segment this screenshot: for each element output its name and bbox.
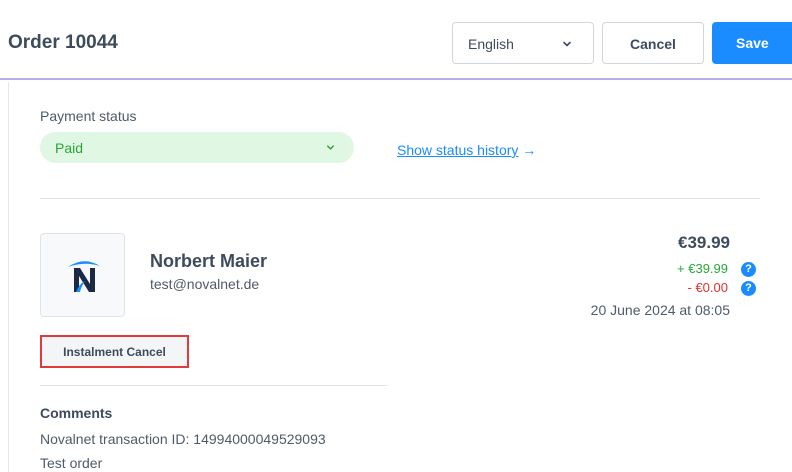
- comment-line: Test order: [40, 455, 103, 471]
- save-button-label: Save: [736, 35, 769, 51]
- section-divider: [40, 198, 760, 199]
- arrow-right-icon: →: [522, 142, 537, 158]
- payment-status-select[interactable]: Paid: [40, 132, 354, 163]
- question-circle-icon[interactable]: ?: [741, 262, 756, 277]
- order-date: 20 June 2024 at 08:05: [590, 302, 730, 318]
- order-total: €39.99: [678, 233, 730, 252]
- cancel-button-label: Cancel: [630, 36, 676, 52]
- show-status-history-text: Show status history: [397, 142, 519, 158]
- language-select-value: English: [468, 36, 514, 52]
- comment-line: Novalnet transaction ID: 149940000495290…: [40, 431, 326, 447]
- refunded-amount: - €0.00: [687, 280, 728, 295]
- page-title: Order 10044: [8, 32, 118, 53]
- comments-title: Comments: [40, 405, 113, 421]
- customer-email: test@novalnet.de: [150, 276, 260, 292]
- novalnet-logo: [68, 261, 100, 292]
- content-border: [8, 82, 9, 472]
- payment-status-label: Payment status: [40, 108, 137, 124]
- question-circle-icon[interactable]: ?: [741, 281, 756, 296]
- instalment-cancel-button[interactable]: Instalment Cancel: [40, 335, 189, 368]
- show-status-history-link[interactable]: Show status history →: [397, 142, 536, 158]
- customer-avatar: [40, 233, 125, 317]
- cancel-button[interactable]: Cancel: [602, 22, 704, 64]
- language-select[interactable]: English: [452, 22, 594, 64]
- customer-name: Norbert Maier: [150, 251, 268, 271]
- section-divider: [40, 385, 387, 386]
- instalment-cancel-label: Instalment Cancel: [63, 345, 166, 359]
- paid-amount: + €39.99: [677, 261, 728, 276]
- order-header: Order 10044 English Cancel Save: [0, 0, 792, 80]
- chevron-down-icon: [563, 41, 571, 47]
- save-button[interactable]: Save: [712, 22, 792, 64]
- payment-status-value: Paid: [55, 140, 84, 156]
- chevron-down-icon: [327, 145, 334, 150]
